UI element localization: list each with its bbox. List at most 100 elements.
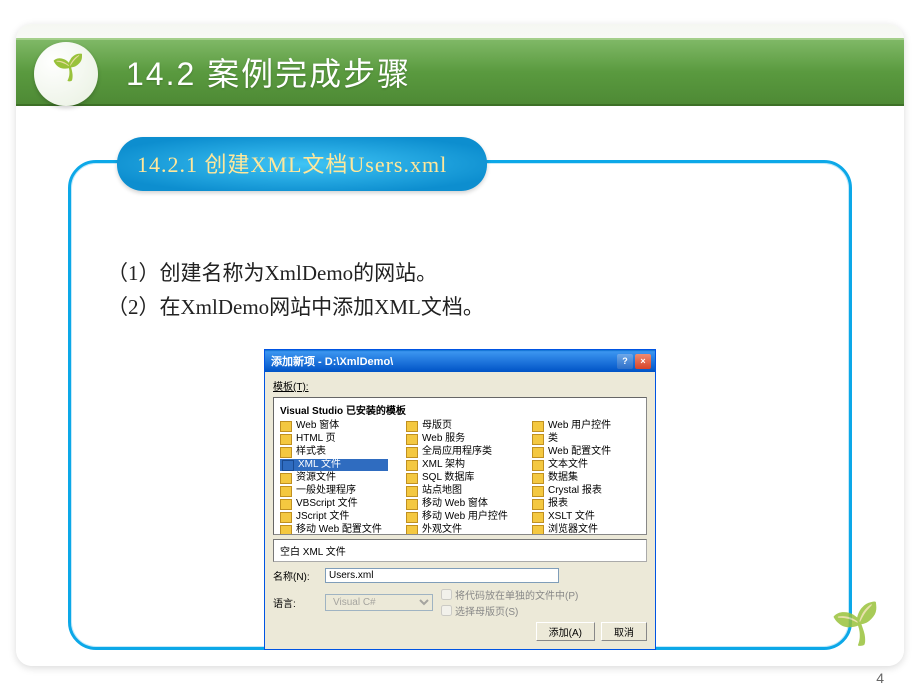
file-icon bbox=[280, 486, 292, 497]
file-icon bbox=[532, 460, 544, 471]
page-number: 4 bbox=[876, 670, 884, 686]
dialog-titlebar: 添加新项 - D:\XmlDemo\ ? × bbox=[265, 350, 655, 372]
template-item[interactable]: 浏览器文件 bbox=[532, 524, 640, 535]
file-icon bbox=[280, 499, 292, 510]
file-icon bbox=[280, 512, 292, 523]
template-item[interactable]: 站点地图 bbox=[406, 485, 514, 497]
template-item[interactable]: 类 bbox=[532, 433, 640, 445]
add-button[interactable]: 添加(A) bbox=[536, 622, 595, 641]
template-item-label: 一般处理程序 bbox=[296, 485, 356, 497]
template-item[interactable]: 样式表 bbox=[280, 446, 388, 458]
template-description: 空白 XML 文件 bbox=[273, 539, 647, 562]
template-item-label: XSLT 文件 bbox=[548, 511, 595, 523]
file-icon bbox=[406, 512, 418, 523]
slide-subtitle: 14.2.1 创建XML文档Users.xml bbox=[117, 137, 487, 191]
template-item-label: 母版页 bbox=[422, 420, 452, 432]
template-item[interactable]: 文本文件 bbox=[532, 459, 640, 471]
language-select[interactable]: Visual C# bbox=[325, 594, 433, 611]
template-item[interactable]: 移动 Web 用户控件 bbox=[406, 511, 514, 523]
template-item[interactable]: 全局应用程序类 bbox=[406, 446, 514, 458]
template-item[interactable]: Crystal 报表 bbox=[532, 485, 640, 497]
template-item-label: 数据集 bbox=[548, 472, 578, 484]
title-decoration bbox=[16, 38, 126, 106]
file-icon bbox=[532, 447, 544, 458]
template-item[interactable]: Web 服务 bbox=[406, 433, 514, 445]
template-columns: Web 窗体HTML 页样式表XML 文件资源文件一般处理程序VBScript … bbox=[280, 420, 640, 535]
template-item[interactable]: SQL 数据库 bbox=[406, 472, 514, 484]
name-row: 名称(N): bbox=[273, 568, 647, 583]
template-item[interactable]: 母版页 bbox=[406, 420, 514, 432]
dialog-buttons: 添加(A) 取消 bbox=[273, 622, 647, 641]
slide-frame: 14.2 案例完成步骤 14.2.1 创建XML文档Users.xml （1）创… bbox=[16, 24, 904, 666]
template-item[interactable]: 资源文件 bbox=[280, 472, 388, 484]
template-item-label: Crystal 报表 bbox=[548, 485, 602, 497]
file-icon bbox=[532, 473, 544, 484]
file-icon bbox=[280, 434, 292, 445]
templates-label: 模板(T): bbox=[273, 378, 647, 393]
template-item-label: 类 bbox=[548, 433, 558, 445]
content-box: 14.2.1 创建XML文档Users.xml （1）创建名称为XmlDemo的… bbox=[68, 160, 852, 650]
file-icon bbox=[532, 512, 544, 523]
template-item[interactable]: 移动 Web 配置文件 bbox=[280, 524, 388, 535]
template-item[interactable]: XML 文件 bbox=[280, 459, 388, 471]
template-item-label: 文本文件 bbox=[548, 459, 588, 471]
step-1: （1）创建名称为XmlDemo的网站。 bbox=[107, 257, 813, 291]
sprout-icon bbox=[34, 42, 98, 106]
template-item-label: 移动 Web 用户控件 bbox=[422, 511, 508, 523]
file-icon bbox=[406, 434, 418, 445]
template-item[interactable]: 外观文件 bbox=[406, 524, 514, 535]
language-label: 语言: bbox=[273, 595, 321, 610]
template-item-label: 浏览器文件 bbox=[548, 524, 598, 535]
template-item[interactable]: 报表 bbox=[532, 498, 640, 510]
file-icon bbox=[280, 525, 292, 536]
cancel-button[interactable]: 取消 bbox=[601, 622, 647, 641]
template-item-label: 站点地图 bbox=[422, 485, 462, 497]
template-item[interactable]: 数据集 bbox=[532, 472, 640, 484]
template-item[interactable]: XML 架构 bbox=[406, 459, 514, 471]
template-item[interactable]: 移动 Web 窗体 bbox=[406, 498, 514, 510]
file-icon bbox=[532, 499, 544, 510]
template-item[interactable]: Web 窗体 bbox=[280, 420, 388, 432]
file-icon bbox=[406, 486, 418, 497]
dialog-title: 添加新项 - D:\XmlDemo\ bbox=[271, 353, 393, 369]
select-master-checkbox[interactable]: 选择母版页(S) bbox=[441, 603, 578, 618]
template-item-label: 报表 bbox=[548, 498, 568, 510]
add-new-item-dialog: 添加新项 - D:\XmlDemo\ ? × 模板(T): Visual Stu… bbox=[264, 349, 656, 650]
installed-templates-group: Visual Studio 已安装的模板 bbox=[280, 402, 640, 417]
template-item[interactable]: Web 配置文件 bbox=[532, 446, 640, 458]
file-icon bbox=[282, 460, 294, 471]
step-2: （2）在XmlDemo网站中添加XML文档。 bbox=[107, 291, 813, 325]
template-item[interactable]: VBScript 文件 bbox=[280, 498, 388, 510]
template-item-label: 外观文件 bbox=[422, 524, 462, 535]
template-column: Web 窗体HTML 页样式表XML 文件资源文件一般处理程序VBScript … bbox=[280, 420, 388, 535]
help-button[interactable]: ? bbox=[617, 354, 633, 369]
dialog-body: 模板(T): Visual Studio 已安装的模板 Web 窗体HTML 页… bbox=[265, 372, 655, 649]
file-icon bbox=[406, 473, 418, 484]
language-row: 语言: Visual C# 将代码放在单独的文件中(P) 选择母版页(S) bbox=[273, 587, 647, 618]
template-item-label: Web 服务 bbox=[422, 433, 465, 445]
template-item-label: 全局应用程序类 bbox=[422, 446, 492, 458]
template-item-label: 移动 Web 配置文件 bbox=[296, 524, 382, 535]
slide-title: 14.2 案例完成步骤 bbox=[126, 49, 411, 95]
template-item-label: VBScript 文件 bbox=[296, 498, 358, 510]
file-icon bbox=[406, 525, 418, 536]
body-text: （1）创建名称为XmlDemo的网站。 （2）在XmlDemo网站中添加XML文… bbox=[107, 257, 813, 324]
template-item-label: 资源文件 bbox=[296, 472, 336, 484]
name-label: 名称(N): bbox=[273, 568, 321, 583]
close-button[interactable]: × bbox=[635, 354, 651, 369]
template-item[interactable]: 一般处理程序 bbox=[280, 485, 388, 497]
template-item[interactable]: Web 用户控件 bbox=[532, 420, 640, 432]
template-item[interactable]: HTML 页 bbox=[280, 433, 388, 445]
template-item-label: Web 配置文件 bbox=[548, 446, 611, 458]
name-input[interactable] bbox=[325, 568, 559, 583]
file-icon bbox=[280, 447, 292, 458]
file-icon bbox=[532, 486, 544, 497]
file-icon bbox=[532, 434, 544, 445]
file-icon bbox=[406, 499, 418, 510]
template-item-label: Web 窗体 bbox=[296, 420, 339, 432]
template-item-label: JScript 文件 bbox=[296, 511, 349, 523]
template-item[interactable]: XSLT 文件 bbox=[532, 511, 640, 523]
template-item[interactable]: JScript 文件 bbox=[280, 511, 388, 523]
separate-code-checkbox[interactable]: 将代码放在单独的文件中(P) bbox=[441, 587, 578, 602]
templates-panel: Visual Studio 已安装的模板 Web 窗体HTML 页样式表XML … bbox=[273, 397, 647, 535]
